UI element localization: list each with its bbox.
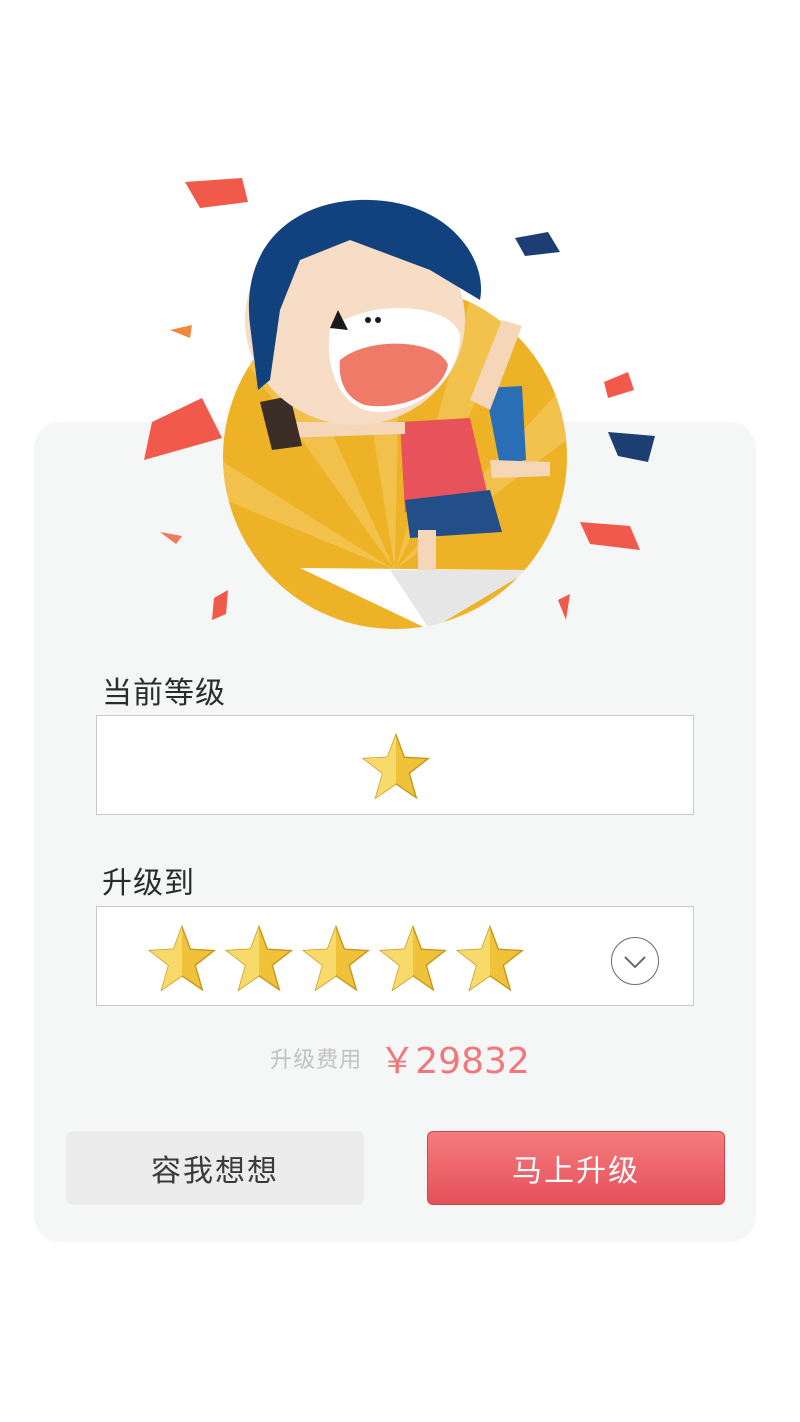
- current-level-box: [96, 715, 694, 815]
- star-icon: [455, 924, 525, 992]
- upgrade-to-label: 升级到: [102, 866, 195, 901]
- star-icon: [147, 924, 217, 992]
- upgrade-level-select[interactable]: [96, 906, 694, 1006]
- upgrade-fee: 升级费用 ￥29832: [0, 1032, 800, 1082]
- current-level-label: 当前等级: [102, 676, 226, 711]
- star-icon: [361, 732, 431, 800]
- upgrade-now-button[interactable]: 马上升级: [427, 1131, 725, 1205]
- star-icon: [224, 924, 294, 992]
- star-icon: [301, 924, 371, 992]
- fee-label: 升级费用: [270, 1048, 363, 1073]
- star-icon: [378, 924, 448, 992]
- fee-amount: ￥29832: [379, 1041, 530, 1082]
- celebration-illustration: [144, 178, 655, 629]
- think-again-button[interactable]: 容我想想: [66, 1131, 364, 1205]
- chevron-down-icon[interactable]: [611, 937, 659, 985]
